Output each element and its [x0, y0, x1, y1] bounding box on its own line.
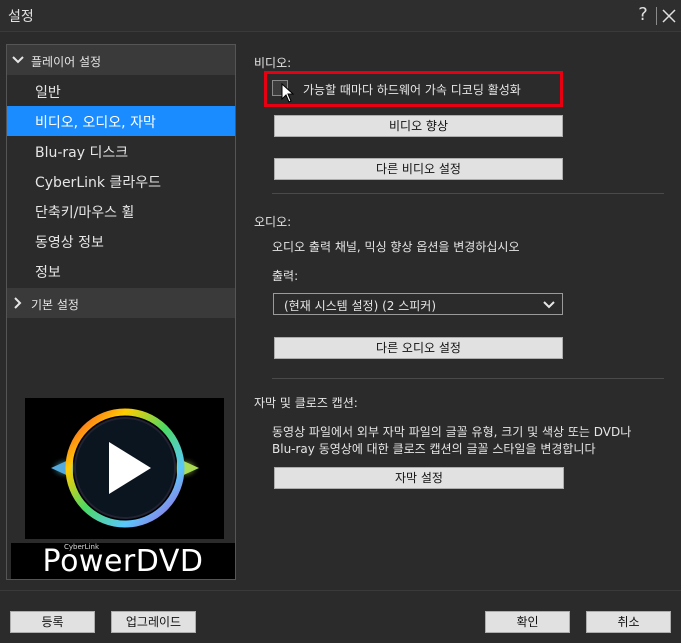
cancel-button[interactable]: 취소: [586, 611, 671, 633]
mouse-cursor-icon: [281, 82, 295, 103]
sidebar-item-bluray-disc[interactable]: Blu-ray 디스크: [7, 136, 235, 166]
sidebar-group-label: 기본 설정: [31, 298, 79, 312]
sidebar-item-video-info[interactable]: 동영상 정보: [7, 226, 235, 256]
subtitle-section-title: 자막 및 클로즈 캡션:: [254, 396, 358, 410]
hw-decode-label: 가능할 때마다 하드웨어 가속 디코딩 활성화: [303, 83, 521, 97]
close-icon[interactable]: [660, 6, 678, 26]
section-divider: [272, 378, 664, 379]
powerdvd-logo: [25, 398, 224, 539]
upgrade-button[interactable]: 업그레이드: [111, 611, 196, 633]
video-enhance-button[interactable]: 비디오 향상: [274, 115, 563, 137]
section-divider: [272, 193, 664, 194]
sidebar-item-label: 비디오, 오디오, 자막: [35, 115, 156, 131]
help-icon[interactable]: ?: [634, 4, 652, 25]
chevron-down-icon: [11, 53, 25, 67]
sidebar-item-label: 단축키/마우스 휠: [35, 205, 135, 221]
audio-description: 오디오 출력 채널, 믹싱 향상 옵션을 변경하십시오: [272, 240, 520, 254]
sidebar-item-label: 정보: [35, 265, 61, 281]
chevron-down-icon: [542, 298, 556, 312]
ok-button[interactable]: 확인: [485, 611, 570, 633]
settings-sidebar: 플레이어 설정 일반 비디오, 오디오, 자막 Blu-ray 디스크 Cybe…: [6, 44, 236, 580]
chevron-right-icon: [11, 296, 25, 310]
title-separator: [656, 7, 657, 25]
sidebar-item-label: 동영상 정보: [35, 235, 104, 251]
video-section-title: 비디오:: [254, 56, 292, 70]
sidebar-item-video-audio-subtitles[interactable]: 비디오, 오디오, 자막: [7, 106, 235, 136]
sidebar-group-basic-settings[interactable]: 기본 설정: [7, 288, 235, 318]
sidebar-item-general[interactable]: 일반: [7, 76, 235, 106]
other-audio-settings-button[interactable]: 다른 오디오 설정: [274, 337, 563, 359]
dialog-footer: 등록 업그레이드 확인 취소: [0, 590, 681, 643]
sidebar-item-shortcuts-mouse-wheel[interactable]: 단축키/마우스 휠: [7, 196, 235, 226]
sidebar-item-label: CyberLink 클라우드: [35, 175, 161, 191]
sidebar-item-label: Blu-ray 디스크: [35, 145, 129, 161]
register-button[interactable]: 등록: [10, 611, 95, 633]
subtitle-description-line1: 동영상 파일에서 외부 자막 파일의 글꼴 유형, 크기 및 색상 또는 DVD…: [272, 425, 632, 439]
sidebar-group-label: 플레이어 설정: [31, 55, 102, 69]
other-video-settings-button[interactable]: 다른 비디오 설정: [274, 158, 563, 180]
output-label: 출력:: [272, 269, 299, 283]
window-title: 설정: [8, 9, 34, 25]
sidebar-group-player-settings[interactable]: 플레이어 설정: [7, 45, 235, 75]
brand-name: PowerDVD: [42, 544, 204, 579]
sidebar-item-label: 일반: [35, 85, 61, 101]
audio-output-value: (현재 시스템 설정) (2 스피커): [284, 299, 437, 313]
sidebar-item-cyberlink-cloud[interactable]: CyberLink 클라우드: [7, 166, 235, 196]
title-bar: 설정 ?: [0, 0, 681, 32]
audio-section-title: 오디오:: [254, 215, 292, 229]
powerdvd-brand: CyberLink PowerDVD: [11, 543, 235, 579]
subtitle-description-line2: Blu-ray 동영상에 대한 클로즈 캡션의 글꼴 스타일을 변경합니다: [272, 442, 596, 456]
sidebar-item-about[interactable]: 정보: [7, 256, 235, 286]
audio-output-select[interactable]: (현재 시스템 설정) (2 스피커): [273, 293, 563, 315]
subtitle-settings-button[interactable]: 자막 설정: [274, 467, 564, 489]
